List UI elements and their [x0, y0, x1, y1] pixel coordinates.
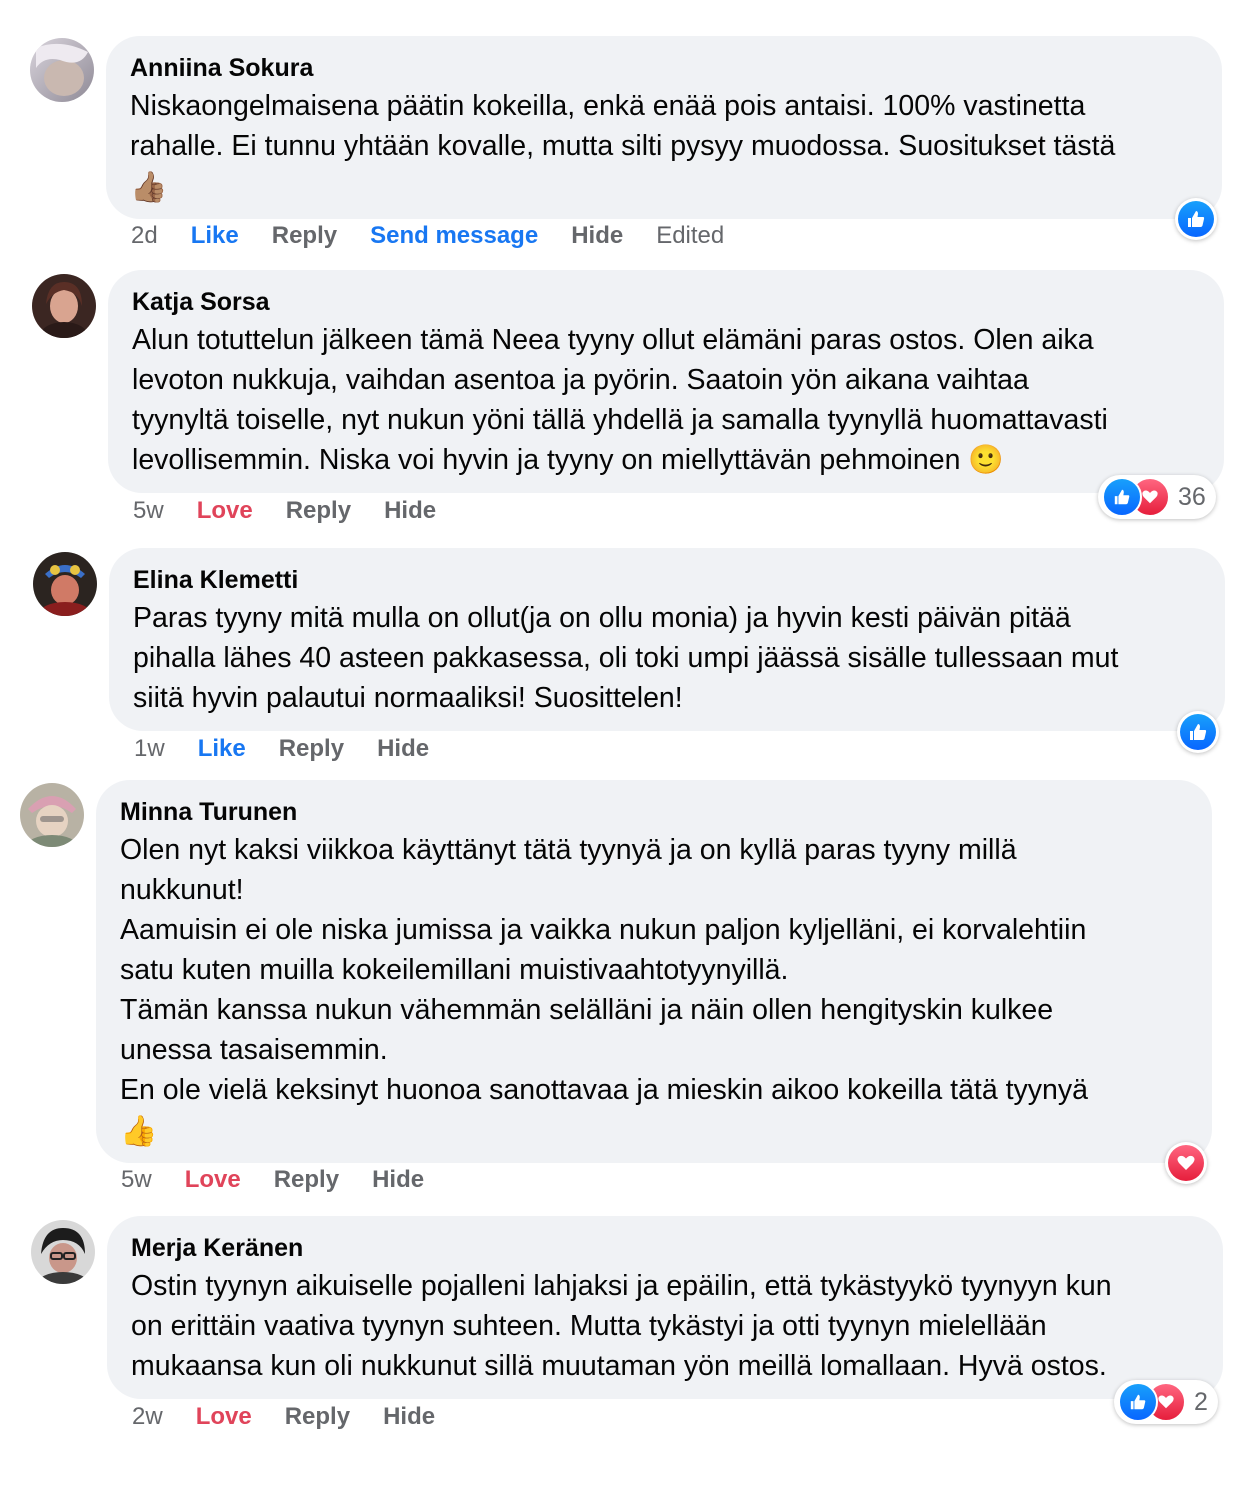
comment-bubble: Katja Sorsa Alun totuttelun jälkeen tämä… [108, 270, 1224, 493]
comment-author[interactable]: Anniina Sokura [130, 52, 1198, 84]
like-reaction-icon [1180, 714, 1216, 750]
comment-line: unessa tasaisemmin. [120, 1034, 388, 1066]
reaction-count: 36 [1178, 482, 1206, 511]
comment-line: Olen nyt kaksi viikkoa käyttänyt tätä ty… [120, 834, 1017, 866]
thumbs-up-emoji: 👍 [120, 1115, 158, 1148]
comment-text: Ostin tyynyn aikuiselle pojalleni lahjak… [131, 1266, 1199, 1386]
comment-actions: 5w Love Reply Hide [133, 497, 436, 525]
love-button[interactable]: Love [197, 497, 253, 525]
comment-author[interactable]: Katja Sorsa [132, 286, 1200, 318]
like-reaction-icon [1118, 1382, 1158, 1422]
reaction-summary[interactable]: 2 [1114, 1380, 1218, 1424]
hide-button[interactable]: Hide [571, 222, 623, 250]
comment-line: nukkunut! [120, 874, 244, 906]
comment-text: Alun totuttelun jälkeen tämä Neea tyyny … [132, 320, 1200, 480]
send-message-button[interactable]: Send message [370, 222, 538, 250]
comment-line: siitä hyvin palautui normaaliksi! Suosit… [133, 682, 683, 714]
reply-button[interactable]: Reply [285, 1403, 350, 1431]
reply-button[interactable]: Reply [272, 222, 337, 250]
comment-line: Aamuisin ei ole niska jumissa ja vaikka … [120, 914, 1087, 946]
avatar[interactable] [32, 274, 96, 338]
reaction-summary[interactable] [1175, 198, 1217, 240]
comment-line: levoton nukkuja, vaihdan asentoa ja pyör… [132, 364, 1029, 396]
comment-line: Niskaongelmaisena päätin kokeilla, enkä … [130, 90, 1086, 122]
comment-line: on erittäin vaativa tyynyn suhteen. Mutt… [131, 1310, 1047, 1342]
comment-actions: 2d Like Reply Send message Hide Edited [131, 222, 724, 250]
comment-line: Ostin tyynyn aikuiselle pojalleni lahjak… [131, 1270, 1112, 1302]
comment-time[interactable]: 5w [121, 1166, 152, 1194]
comment-author[interactable]: Merja Keränen [131, 1232, 1199, 1264]
comment-line: Tämän kanssa nukun vähemmän selälläni ja… [120, 994, 1054, 1026]
like-reaction-icon [1178, 201, 1214, 237]
avatar[interactable] [31, 1220, 95, 1284]
hide-button[interactable]: Hide [383, 1403, 435, 1431]
comment-author[interactable]: Minna Turunen [120, 796, 1188, 828]
hide-button[interactable]: Hide [384, 497, 436, 525]
love-button[interactable]: Love [196, 1403, 252, 1431]
reply-button[interactable]: Reply [274, 1166, 339, 1194]
comment-line: satu kuten muilla kokeilemillani muistiv… [120, 954, 789, 986]
comment-actions: 5w Love Reply Hide [121, 1166, 424, 1194]
comment-line: rahalle. Ei tunnu yhtään kovalle, mutta … [130, 130, 1116, 162]
comment-bubble: Elina Klemetti Paras tyyny mitä mulla on… [109, 548, 1225, 731]
comment-bubble: Anniina Sokura Niskaongelmaisena päätin … [106, 36, 1222, 219]
comment-line: Paras tyyny mitä mulla on ollut(ja on ol… [133, 602, 1071, 634]
comment-time[interactable]: 2d [131, 222, 158, 250]
reply-button[interactable]: Reply [286, 497, 351, 525]
like-reaction-icon [1102, 477, 1142, 517]
avatar[interactable] [20, 783, 84, 847]
reaction-summary[interactable] [1177, 711, 1219, 753]
comment-time[interactable]: 5w [133, 497, 164, 525]
reaction-summary[interactable]: 36 [1098, 475, 1216, 519]
comment-line: tyynyltä toiselle, nyt nukun yöni tällä … [132, 404, 1108, 436]
comment-time[interactable]: 2w [132, 1403, 163, 1431]
edited-label: Edited [656, 222, 725, 249]
comment-author[interactable]: Elina Klemetti [133, 564, 1201, 596]
comment-bubble: Minna Turunen Olen nyt kaksi viikkoa käy… [96, 780, 1212, 1163]
comment-time[interactable]: 1w [134, 735, 165, 763]
reaction-count: 2 [1194, 1387, 1208, 1416]
comment-line: mukaansa kun oli nukkunut sillä muutaman… [131, 1350, 1107, 1382]
comment-text: Olen nyt kaksi viikkoa käyttänyt tätä ty… [120, 830, 1188, 1154]
avatar[interactable] [33, 552, 97, 616]
love-reaction-icon [1168, 1145, 1204, 1181]
comment-line: levollisemmin. Niska voi hyvin ja tyyny … [132, 444, 1004, 476]
comment-text: Paras tyyny mitä mulla on ollut(ja on ol… [133, 598, 1201, 718]
comment-line: En ole vielä keksinyt huonoa sanottavaa … [120, 1074, 1088, 1106]
thumbs-up-emoji: 👍🏽 [130, 171, 168, 204]
reaction-summary[interactable] [1165, 1142, 1207, 1184]
reply-button[interactable]: Reply [279, 735, 344, 763]
comment-line: Alun totuttelun jälkeen tämä Neea tyyny … [132, 324, 1094, 356]
love-button[interactable]: Love [185, 1166, 241, 1194]
comment-actions: 2w Love Reply Hide [132, 1403, 435, 1431]
hide-button[interactable]: Hide [377, 735, 429, 763]
like-button[interactable]: Like [191, 222, 239, 250]
like-button[interactable]: Like [198, 735, 246, 763]
comment-line: pihalla lähes 40 asteen pakkasessa, oli … [133, 642, 1119, 674]
avatar[interactable] [30, 38, 94, 102]
comment-text: Niskaongelmaisena päätin kokeilla, enkä … [130, 86, 1198, 210]
hide-button[interactable]: Hide [372, 1166, 424, 1194]
comment-bubble: Merja Keränen Ostin tyynyn aikuiselle po… [107, 1216, 1223, 1399]
comment-actions: 1w Like Reply Hide [134, 735, 429, 763]
